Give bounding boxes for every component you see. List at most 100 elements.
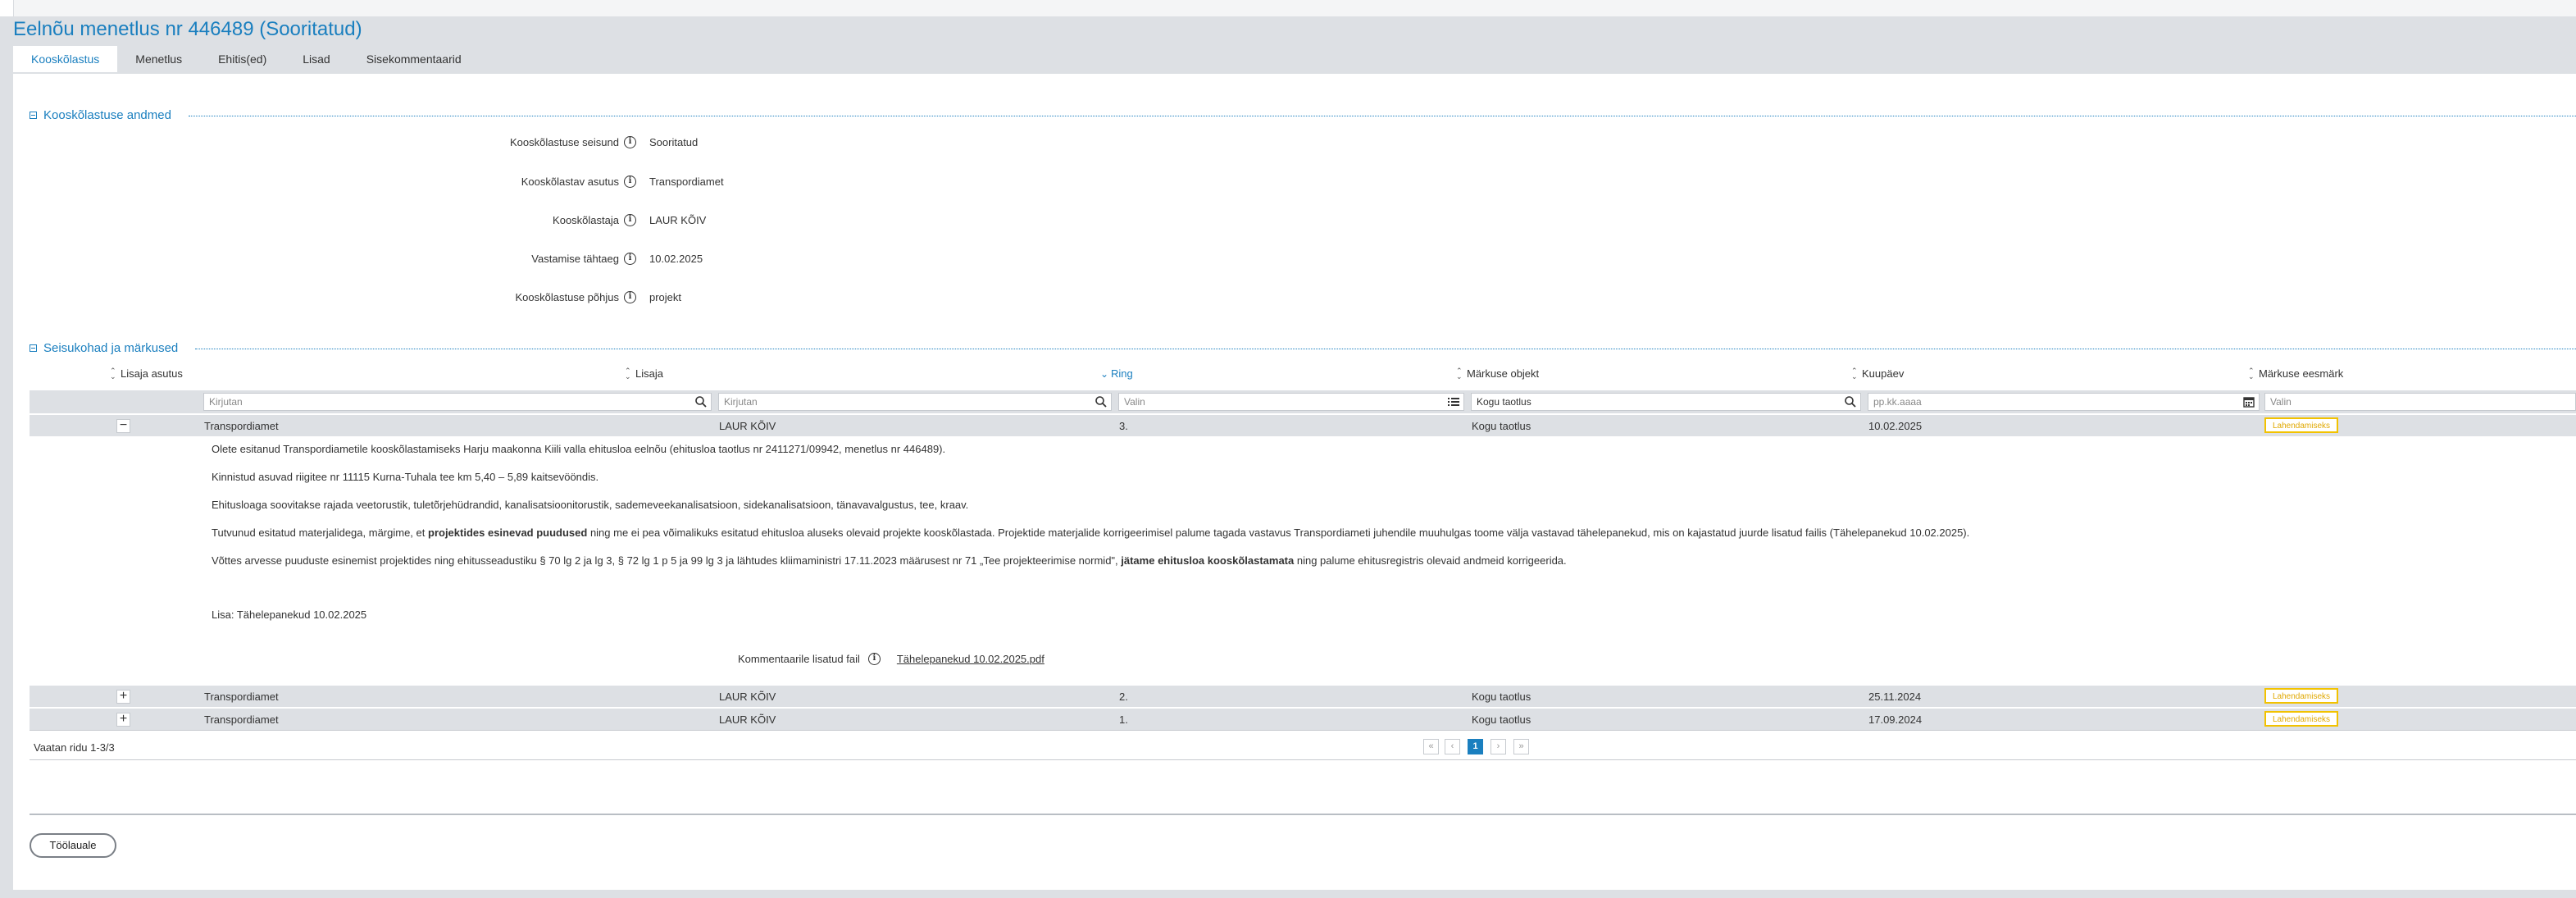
next-page-button[interactable]: ›	[1491, 739, 1506, 754]
round-filter-select[interactable]: Valin	[1118, 393, 1464, 411]
sort-icon: ⌃ ⌄	[1456, 366, 1463, 381]
collapse-icon[interactable]	[30, 344, 37, 352]
top-bar-corner	[0, 0, 14, 16]
expand-row-button[interactable]: +	[116, 690, 130, 704]
tab-ehitised[interactable]: Ehitis(ed)	[200, 46, 284, 72]
column-header-agency[interactable]: ⌃ ⌄ Lisaja asutus	[110, 367, 183, 380]
row-adder: LAUR KÕIV	[719, 420, 776, 432]
row-date: 17.09.2024	[1868, 713, 1923, 726]
row-adder: LAUR KÕIV	[719, 713, 776, 726]
row-date: 25.11.2024	[1868, 691, 1922, 703]
tab-lisad[interactable]: Lisad	[284, 46, 348, 72]
detail-paragraph: Ehitusloaga soovitakse rajada veetorusti…	[212, 499, 969, 511]
field-label: Kooskõlastav asutus i	[521, 175, 636, 188]
table-row[interactable]: + Transpordiamet LAUR KÕIV 2. Kogu taotl…	[30, 686, 2576, 707]
column-header-object[interactable]: ⌃ ⌄ Märkuse objekt	[1456, 367, 1539, 380]
field-value: projekt	[649, 291, 682, 303]
detail-paragraph: Võttes arvesse puuduste esinemist projek…	[212, 554, 1567, 567]
field-value: LAUR KÕIV	[649, 214, 707, 226]
info-icon[interactable]: i	[624, 253, 636, 265]
tab-sisekommentaarid[interactable]: Sisekommentaarid	[348, 46, 480, 72]
info-icon[interactable]: i	[624, 291, 636, 303]
sort-icon: ⌃ ⌄	[110, 366, 116, 381]
detail-paragraph: Tutvunud esitatud materjalidega, märgime…	[212, 526, 1970, 539]
search-icon	[1845, 396, 1856, 408]
last-page-button[interactable]: »	[1513, 739, 1529, 754]
status-badge: Lahendamiseks	[2264, 711, 2339, 727]
column-header-adder[interactable]: ⌃ ⌄ Lisaja	[625, 367, 663, 380]
page-background: Eelnõu menetlus nr 446489 (Sooritatud) K…	[0, 16, 2576, 898]
field-label: Vastamise tähtaeg i	[531, 253, 636, 265]
collapse-icon[interactable]	[30, 112, 37, 119]
detail-paragraph: Kinnistud asuvad riigitee nr 11115 Kurna…	[212, 471, 599, 483]
info-icon[interactable]: i	[624, 175, 636, 188]
field-label: Kooskõlastaja i	[553, 214, 636, 226]
calendar-icon	[2243, 397, 2255, 408]
field-label: Kooskõlastuse seisund i	[510, 136, 636, 148]
pager-status-text: Vaatan ridu 1-3/3	[34, 741, 115, 754]
bold-text: projektides esinevad puudused	[428, 526, 588, 539]
field-value: Transpordiamet	[649, 175, 724, 188]
approval-data-legend[interactable]: Kooskõlastuse andmed	[30, 108, 171, 122]
row-date: 10.02.2025	[1868, 420, 1923, 432]
expand-row-button[interactable]: +	[116, 713, 130, 727]
field-row-approver: Kooskõlastaja i LAUR KÕIV	[13, 211, 997, 230]
row-object: Kogu taotlus	[1472, 691, 1531, 703]
attached-file-link[interactable]: Tähelepanekud 10.02.2025.pdf	[897, 653, 1045, 665]
purpose-filter-select[interactable]: Valin	[2264, 393, 2576, 411]
attached-file-row: Kommentaarile lisatud fail i Tähelepanek…	[738, 653, 1045, 665]
row-object: Kogu taotlus	[1472, 420, 1531, 432]
table-row[interactable]: + Transpordiamet LAUR KÕIV 1. Kogu taotl…	[30, 709, 2576, 730]
info-icon[interactable]: i	[624, 214, 636, 226]
comments-legend[interactable]: Seisukohad ja märkused	[30, 341, 178, 355]
prev-page-button[interactable]: ‹	[1445, 739, 1460, 754]
row-adder: LAUR KÕIV	[719, 691, 776, 703]
date-filter-input[interactable]: pp.kk.aaaa	[1868, 393, 2260, 411]
adder-filter-input[interactable]: Kirjutan	[718, 393, 1112, 411]
list-icon	[1448, 398, 1459, 406]
browser-top-bar	[0, 0, 2576, 17]
status-badge: Lahendamiseks	[2264, 688, 2339, 704]
grid-header: ⌃ ⌄ Lisaja asutus ⌃ ⌄ Lisaja ⌄ Ring ⌃ ⌄ Märkuse…	[30, 362, 2576, 384]
search-icon	[695, 396, 707, 408]
tab-menetlus[interactable]: Menetlus	[117, 46, 200, 72]
main-panel: Kooskõlastuse andmed Kooskõlastuse seisu…	[13, 74, 2576, 890]
sort-icon: ⌃ ⌄	[1851, 366, 1858, 381]
bold-text: jätame ehitusloa kooskõlastamata	[1121, 554, 1295, 567]
row-round: 2.	[1119, 691, 1128, 703]
sort-icon: ⌃ ⌄	[2248, 366, 2255, 381]
filter-row: Kirjutan Kirjutan Valin Kogu taotlus pp.…	[30, 390, 2576, 413]
page-title: Eelnõu menetlus nr 446489 (Sooritatud)	[13, 18, 362, 40]
approval-data-title: Kooskõlastuse andmed	[43, 108, 171, 122]
back-to-dashboard-button[interactable]: Töölauale	[30, 833, 116, 858]
info-icon[interactable]: i	[867, 653, 881, 665]
comments-title: Seisukohad ja märkused	[43, 341, 179, 355]
attachment-note: Lisa: Tähelepanekud 10.02.2025	[212, 609, 367, 621]
detail-paragraph: Olete esitanud Transpordiametile kooskõl…	[212, 443, 946, 455]
row-agency: Transpordiamet	[204, 691, 279, 703]
grid-bottom-border	[30, 730, 2576, 731]
first-page-button[interactable]: «	[1423, 739, 1439, 754]
column-header-date[interactable]: ⌃ ⌄ Kuupäev	[1851, 367, 1904, 380]
agency-filter-input[interactable]: Kirjutan	[203, 393, 712, 411]
tab-kooskolastus[interactable]: Kooskõlastus	[13, 46, 118, 72]
row-agency: Transpordiamet	[204, 420, 279, 432]
collapse-row-button[interactable]: −	[116, 419, 130, 433]
field-row-status: Kooskõlastuse seisund i Sooritatud	[13, 133, 997, 153]
field-row-deadline: Vastamise tähtaeg i 10.02.2025	[13, 249, 997, 269]
row-round: 1.	[1119, 713, 1128, 726]
current-page-button[interactable]: 1	[1468, 739, 1483, 754]
table-row[interactable]: − Transpordiamet LAUR KÕIV 3. Kogu taotl…	[30, 415, 2576, 436]
search-icon	[1095, 396, 1107, 408]
info-icon[interactable]: i	[624, 136, 636, 148]
grid-footer-border	[30, 759, 2576, 760]
row-agency: Transpordiamet	[204, 713, 279, 726]
column-header-round[interactable]: ⌄ Ring	[1100, 367, 1133, 380]
field-value: Sooritatud	[649, 136, 699, 148]
tab-bar: Kooskõlastus Menetlus Ehitis(ed) Lisad S…	[13, 46, 480, 72]
object-filter-input[interactable]: Kogu taotlus	[1471, 393, 1861, 411]
row-round: 3.	[1119, 420, 1128, 432]
row-object: Kogu taotlus	[1472, 713, 1531, 726]
column-header-purpose[interactable]: ⌃ ⌄ Märkuse eesmärk	[2248, 367, 2343, 380]
sort-icon: ⌃ ⌄	[625, 366, 631, 381]
